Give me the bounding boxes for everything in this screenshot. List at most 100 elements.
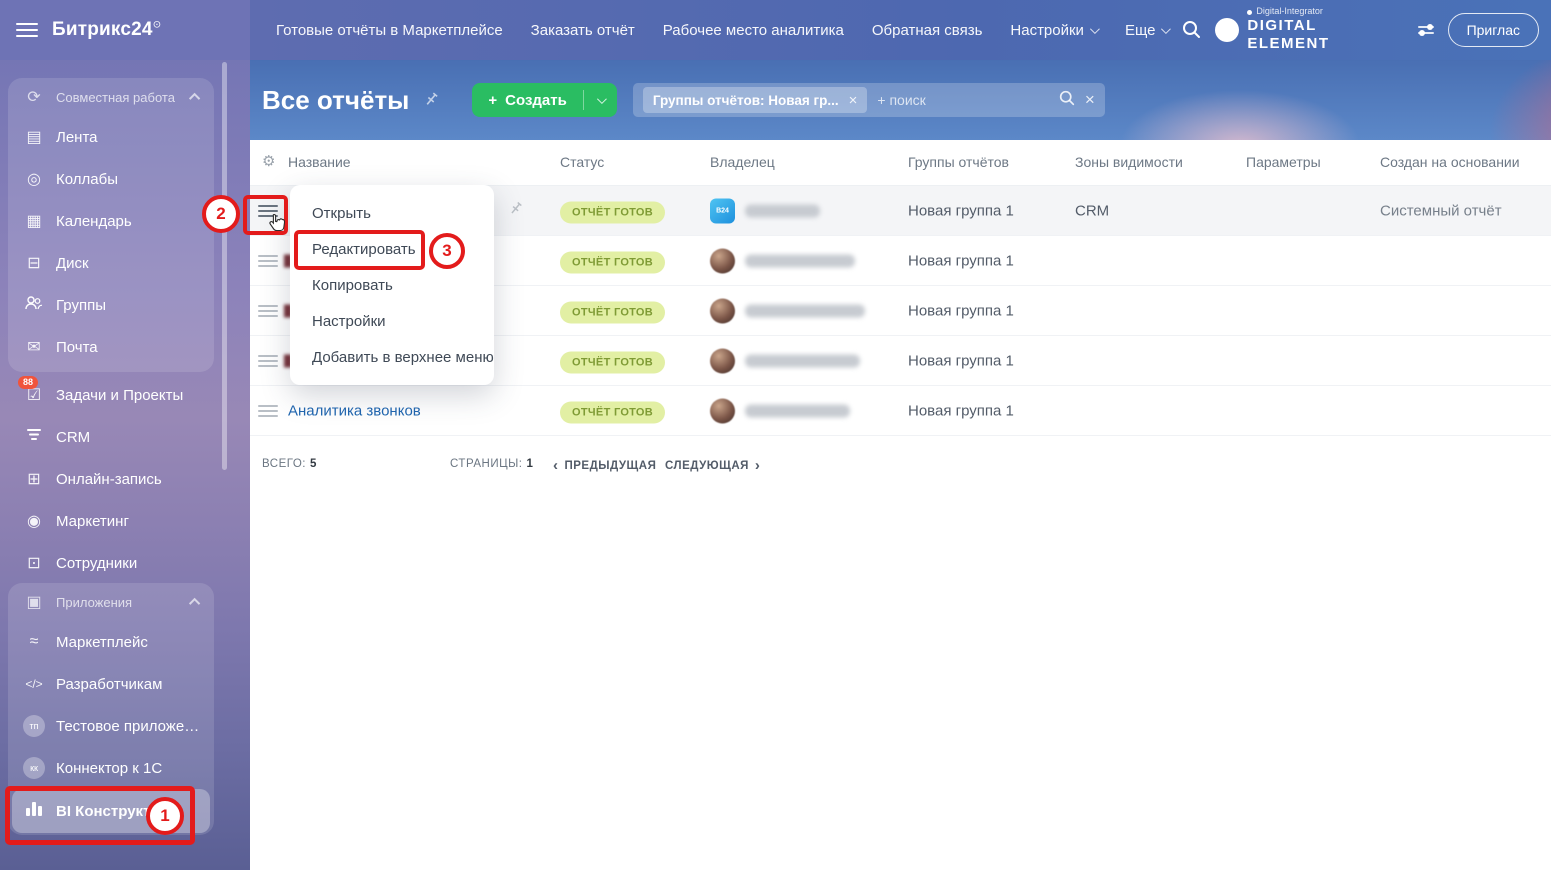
nav-settings[interactable]: Настройки [1010,22,1097,39]
menu-item-edit[interactable]: Редактировать [290,231,494,267]
report-group: Новая группа 1 [908,202,1014,219]
employees-icon: ⊡ [22,553,46,573]
row-menu-icon[interactable] [258,205,278,217]
col-params[interactable]: Параметры [1246,154,1321,170]
row-menu-icon[interactable] [258,355,278,367]
menu-item-copy[interactable]: Копировать [290,267,494,303]
status-badge: ОТЧЁТ ГОТОВ [560,401,665,423]
feed-icon: ▤ [22,127,46,147]
collabs-icon: ◎ [22,169,46,189]
crm-icon [22,428,46,446]
sidebar-item-marketplace[interactable]: ≈ Маркетплейс [8,621,214,663]
nav-marketplace-reports[interactable]: Готовые отчёты в Маркетплейсе [276,22,503,39]
sidebar-item-developers[interactable]: </> Разработчикам [8,663,214,705]
portal-logo[interactable]: Digital-Integrator DIGITAL ELEMENT [1215,7,1403,52]
row-menu-icon[interactable] [258,255,278,267]
page-title: Все отчёты [262,85,409,116]
nav-feedback[interactable]: Обратная связь [872,22,983,39]
menu-item-add-to-top-menu[interactable]: Добавить в верхнее меню [290,339,494,375]
row-pin-icon[interactable] [508,200,524,221]
nav-analyst-workspace[interactable]: Рабочее место аналитика [663,22,844,39]
col-created-from[interactable]: Создан на основании [1380,154,1520,170]
sidebar-item-employees[interactable]: ⊡ Сотрудники [8,542,214,584]
filter-clear-icon[interactable]: × [1085,90,1095,110]
col-groups[interactable]: Группы отчётов [908,154,1009,170]
owner-name-redacted [745,354,860,367]
chevron-left-icon: ‹ [553,458,559,473]
chevron-down-icon [1090,24,1100,34]
create-dropdown-button[interactable] [584,97,617,104]
sidebar-group-apps: ▣ Приложения ≈ Маркетплейс </> Разработч… [8,583,214,835]
app-logo[interactable]: Битрикс24⊙ [52,19,161,41]
status-badge: ОТЧЁТ ГОТОВ [560,201,665,223]
sidebar-item-tasks[interactable]: ☑88 Задачи и Проекты [8,374,214,416]
sidebar-section-collaboration[interactable]: ⟳ Совместная работа [8,78,214,116]
owner-name-redacted [745,254,855,267]
sidebar-item-disk[interactable]: ⊟ Диск [8,242,214,284]
col-owner[interactable]: Владелец [710,154,775,170]
portal-subtitle: Digital-Integrator [1247,7,1403,17]
status-badge: ОТЧЁТ ГОТОВ [560,301,665,323]
sidebar-item-mail[interactable]: ✉ Почта [8,326,214,368]
booking-icon: ⊞ [22,469,46,489]
sidebar-item-bi-constructor[interactable]: BI Конструктор [12,789,210,833]
gear-icon[interactable]: ⚙ [262,152,275,170]
status-badge: ОТЧЁТ ГОТОВ [560,251,665,273]
nav-order-report[interactable]: Заказать отчёт [531,22,635,39]
search-input[interactable]: + поиск [877,92,1059,108]
create-button[interactable]: +Создать [472,83,616,117]
sidebar-scrollbar[interactable] [222,62,227,470]
avatar [710,398,735,423]
visibility-zone: CRM [1075,202,1109,219]
clock-icon: ⊙ [153,20,162,31]
next-page-button[interactable]: СЛЕДУЮЩАЯ› [665,458,760,473]
top-navigation: Готовые отчёты в Маркетплейсе Заказать о… [250,0,1551,60]
sidebar-item-crm[interactable]: CRM [8,416,214,458]
row-menu-icon[interactable] [258,305,278,317]
prev-page-button[interactable]: ‹ПРЕДЫДУЩАЯ [553,458,656,473]
chevron-down-icon [597,94,607,104]
search-icon[interactable] [1182,20,1201,39]
report-group: Новая группа 1 [908,352,1014,369]
created-from: Системный отчёт [1380,202,1502,219]
sidebar-item-online-booking[interactable]: ⊞ Онлайн-запись [8,458,214,500]
sidebar-item-marketing[interactable]: ◉ Маркетинг [8,500,214,542]
main-menu-icon[interactable] [16,23,38,37]
avatar: B24 [710,198,735,223]
table-row[interactable]: Аналитика звонков ОТЧЁТ ГОТОВ Новая груп… [250,386,1551,436]
pin-icon[interactable] [423,91,440,113]
menu-item-open[interactable]: Открыть [290,195,494,231]
sidebar-item-test-app[interactable]: тп Тестовое приложен... [8,705,214,747]
sidebar-item-calendar[interactable]: ▦ Календарь [8,200,214,242]
col-name[interactable]: Название [288,154,351,170]
sidebar-section-apps[interactable]: ▣ Приложения [8,583,214,621]
invite-button[interactable]: Приглас [1448,13,1539,47]
background-flower-blur [1120,90,1360,140]
chip-close-icon[interactable]: × [849,92,858,109]
connector-avatar: кк [22,757,46,779]
menu-item-settings[interactable]: Настройки [290,303,494,339]
row-menu-icon[interactable] [258,405,278,417]
sidebar-item-feed[interactable]: ▤ Лента [8,116,214,158]
sidebar-item-collabs[interactable]: ◎ Коллабы [8,158,214,200]
filter-search-icon[interactable] [1059,90,1075,111]
avatar [710,248,735,273]
row-context-menu: Открыть Редактировать Копировать Настрой… [290,185,494,385]
col-status[interactable]: Статус [560,154,604,170]
sliders-icon[interactable] [1418,26,1434,34]
sidebar-item-1c-connector[interactable]: кк Коннектор к 1С [8,747,214,789]
logo-circle-icon [1215,18,1239,42]
sidebar-loose-items: ☑88 Задачи и Проекты CRM ⊞ Онлайн-запись… [8,374,214,584]
col-zones[interactable]: Зоны видимости [1075,154,1183,170]
sidebar-item-groups[interactable]: Группы [8,284,214,326]
nav-more[interactable]: Еще [1125,22,1169,39]
code-icon: </> [22,677,46,691]
apps-icon: ▣ [22,592,46,612]
collapse-icon[interactable] [189,598,200,609]
report-name-link[interactable]: Аналитика звонков [288,402,421,419]
collapse-icon[interactable] [189,93,200,104]
filter-search-bar[interactable]: Группы отчётов: Новая гр... × + поиск × [633,83,1105,117]
filter-chip-report-group[interactable]: Группы отчётов: Новая гр... × [643,87,868,113]
marketplace-icon: ≈ [22,633,46,651]
calendar-icon: ▦ [22,211,46,231]
